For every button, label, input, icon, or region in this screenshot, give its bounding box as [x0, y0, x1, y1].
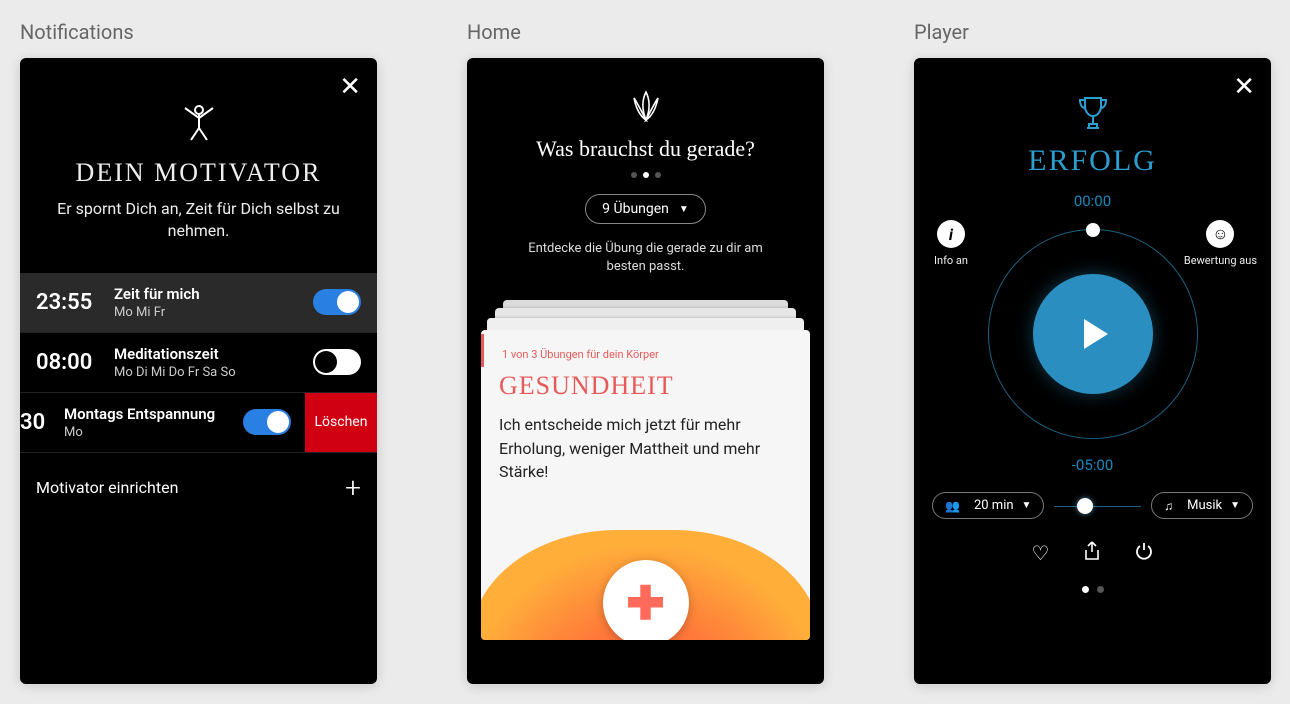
favorite-icon[interactable]: ♡	[1032, 541, 1050, 566]
reminder-toggle[interactable]	[313, 289, 361, 315]
reminder-days: Mo	[64, 425, 229, 440]
exercise-card[interactable]: 1 von 3 Übungen für dein Körper GESUNDHE…	[481, 330, 810, 640]
reminder-list: 23:55 Zeit für mich Mo Mi Fr 08:00 Medit…	[20, 273, 377, 453]
card-category: GESUNDHEIT	[481, 367, 810, 405]
music-label: Musik	[1187, 498, 1222, 513]
frame-label-home: Home	[467, 20, 824, 44]
home-hint: Entdecke die Übung die gerade zu dir am …	[467, 240, 824, 276]
play-button[interactable]	[1033, 274, 1153, 394]
home-screen: Was brauchst du gerade? 9 Übungen ▼ Entd…	[467, 58, 824, 684]
reminder-row-swiped[interactable]: 30 Montags Entspannung Mo Löschen	[20, 393, 377, 453]
frame-label-notifications: Notifications	[20, 20, 377, 44]
remaining-time: -05:00	[914, 456, 1271, 474]
motivator-icon	[176, 102, 222, 146]
progress-knob[interactable]	[1086, 223, 1100, 237]
share-icon[interactable]	[1083, 541, 1101, 566]
medical-plus-icon: ✚	[626, 576, 665, 631]
page-dots	[914, 586, 1271, 593]
lotus-icon	[624, 88, 668, 128]
home-question: Was brauchst du gerade?	[467, 136, 824, 162]
card-body: Ich entscheide mich jetzt für mehr Erhol…	[481, 405, 810, 491]
reminder-row[interactable]: 08:00 Meditationszeit Mo Di Mi Do Fr Sa …	[20, 333, 377, 393]
frame-label-player: Player	[914, 20, 1271, 44]
card-illustration: ✚	[481, 530, 810, 640]
page-dots	[467, 172, 824, 178]
close-icon[interactable]: ✕	[1233, 72, 1255, 102]
reminder-days: Mo Mi Fr	[114, 305, 299, 320]
person-icon: 👥	[945, 499, 960, 513]
reminder-time: 23:55	[36, 290, 100, 315]
reminder-days: Mo Di Mi Do Fr Sa So	[114, 365, 299, 380]
player-title: ERFOLG	[914, 144, 1271, 178]
power-icon[interactable]	[1135, 541, 1153, 566]
chevron-down-icon: ▼	[679, 204, 689, 215]
reminder-toggle[interactable]	[313, 349, 361, 375]
add-motivator-label: Motivator einrichten	[36, 478, 178, 497]
info-toggle-button[interactable]: i	[937, 220, 965, 248]
exercise-filter-dropdown[interactable]: 9 Übungen ▼	[585, 194, 706, 224]
duration-label: 20 min	[974, 498, 1014, 513]
close-icon[interactable]: ✕	[339, 72, 361, 102]
player-screen: ✕ ERFOLG 00:00 i Info an ☺ Bewertung aus	[914, 58, 1271, 684]
delete-button[interactable]: Löschen	[305, 393, 377, 452]
music-dropdown[interactable]: ♫ Musik ▼	[1151, 492, 1253, 519]
elapsed-time: 00:00	[914, 192, 1271, 210]
rating-label: Bewertung aus	[1184, 254, 1257, 267]
reminder-name: Zeit für mich	[114, 285, 299, 303]
card-tag: 1 von 3 Übungen für dein Körper	[481, 334, 810, 367]
reminder-toggle[interactable]	[243, 409, 291, 435]
filter-label: 9 Übungen	[602, 201, 669, 217]
trophy-icon	[1075, 92, 1111, 138]
reminder-row[interactable]: 23:55 Zeit für mich Mo Mi Fr	[20, 273, 377, 333]
duration-dropdown[interactable]: 👥 20 min ▼	[932, 492, 1044, 519]
info-label: Info an	[934, 254, 968, 267]
slider-thumb[interactable]	[1077, 498, 1093, 514]
play-icon	[1084, 319, 1108, 349]
exercise-card-stack[interactable]: 1 von 3 Übungen für dein Körper GESUNDHE…	[481, 300, 810, 640]
card-action-button[interactable]: ✚	[603, 560, 689, 640]
notifications-title: DEIN MOTIVATOR	[20, 158, 377, 188]
notifications-screen: ✕ DEIN MOTIVATOR Er spornt Dich an, Zeit…	[20, 58, 377, 684]
rating-toggle-button[interactable]: ☺	[1206, 220, 1234, 248]
chevron-down-icon: ▼	[1230, 500, 1240, 511]
music-note-icon: ♫	[1164, 499, 1173, 513]
add-icon[interactable]: +	[345, 471, 361, 504]
balance-slider[interactable]	[1054, 496, 1141, 516]
chevron-down-icon: ▼	[1022, 500, 1032, 511]
reminder-time: 08:00	[36, 350, 100, 375]
notifications-subtitle: Er spornt Dich an, Zeit für Dich selbst …	[20, 198, 377, 243]
reminder-name: Montags Entspannung	[64, 405, 229, 423]
reminder-name: Meditationszeit	[114, 345, 299, 363]
reminder-time: 30	[20, 410, 50, 435]
